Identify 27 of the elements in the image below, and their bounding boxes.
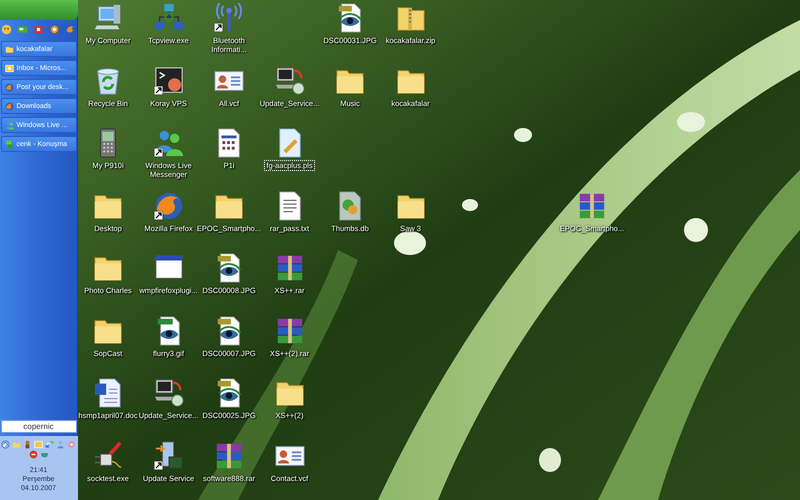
folder-icon [4, 44, 14, 54]
smiley-icon[interactable] [1, 24, 12, 35]
globe-icon[interactable] [154, 190, 184, 220]
plug-icon[interactable] [93, 440, 123, 470]
word-document-icon[interactable] [93, 378, 123, 408]
stop-icon[interactable] [28, 450, 38, 459]
gear-icon[interactable] [49, 24, 60, 35]
water-drop [539, 448, 561, 472]
app-icon[interactable] [33, 24, 44, 35]
water-drop [462, 199, 478, 211]
water-drop [394, 231, 426, 255]
water-drop [514, 128, 532, 142]
chat-icon [4, 140, 14, 148]
people-icon [4, 120, 14, 130]
desktop-icon[interactable] [17, 24, 28, 35]
network-icon[interactable] [45, 440, 54, 449]
water-drop [677, 112, 705, 132]
envelope-icon [4, 64, 14, 72]
globe-icon [4, 102, 14, 110]
computer-disc-icon[interactable] [274, 66, 304, 96]
computer-disc-icon[interactable] [154, 378, 184, 408]
antenna-icon[interactable] [214, 3, 244, 33]
refresh-icon[interactable] [1, 440, 10, 449]
start-button[interactable] [0, 0, 78, 20]
globe-icon [4, 82, 14, 92]
water-drop [684, 218, 708, 242]
search-field[interactable]: copernic [0, 420, 76, 433]
